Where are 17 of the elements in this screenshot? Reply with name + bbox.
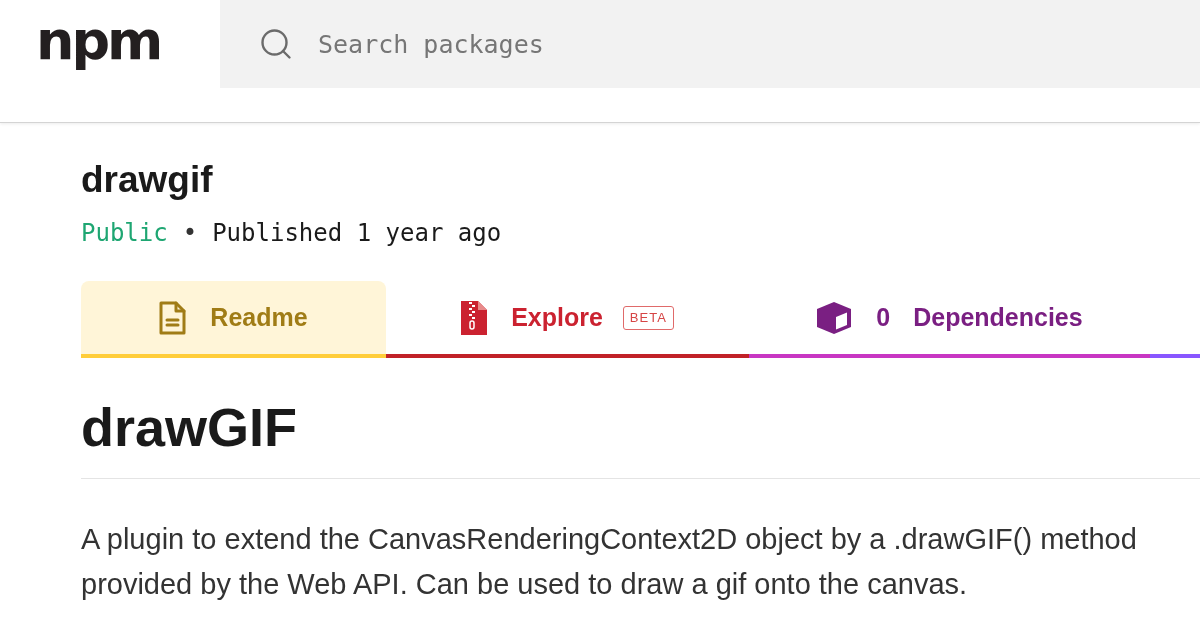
search-input[interactable]: Search packages — [318, 14, 1200, 74]
tab[interactable]: Explore BETA — [386, 281, 749, 358]
search-field[interactable]: Search packages — [220, 0, 1200, 88]
npm-logo[interactable]: npm — [36, 14, 161, 74]
search-icon — [258, 26, 294, 62]
beta-badge: BETA — [622, 305, 674, 330]
cube-icon — [816, 300, 853, 335]
readme-paragraph: A plugin to extend the CanvasRenderingContext2D object by a .drawGIF() method provided by the Web API. Can be used to draw a gif onto the canvas. — [81, 522, 1137, 602]
visibility-label: Public — [81, 218, 168, 249]
document-icon — [159, 300, 187, 335]
published-date: Published 1 year ago — [212, 218, 502, 249]
tab[interactable]: Readme — [81, 281, 386, 358]
zip-file-icon — [461, 300, 488, 335]
readme-heading: drawGIF — [81, 396, 298, 459]
separator-dot: • — [182, 218, 198, 249]
package-name: drawgif — [81, 158, 213, 202]
tab[interactable]: 0 Dependencies — [749, 281, 1150, 358]
